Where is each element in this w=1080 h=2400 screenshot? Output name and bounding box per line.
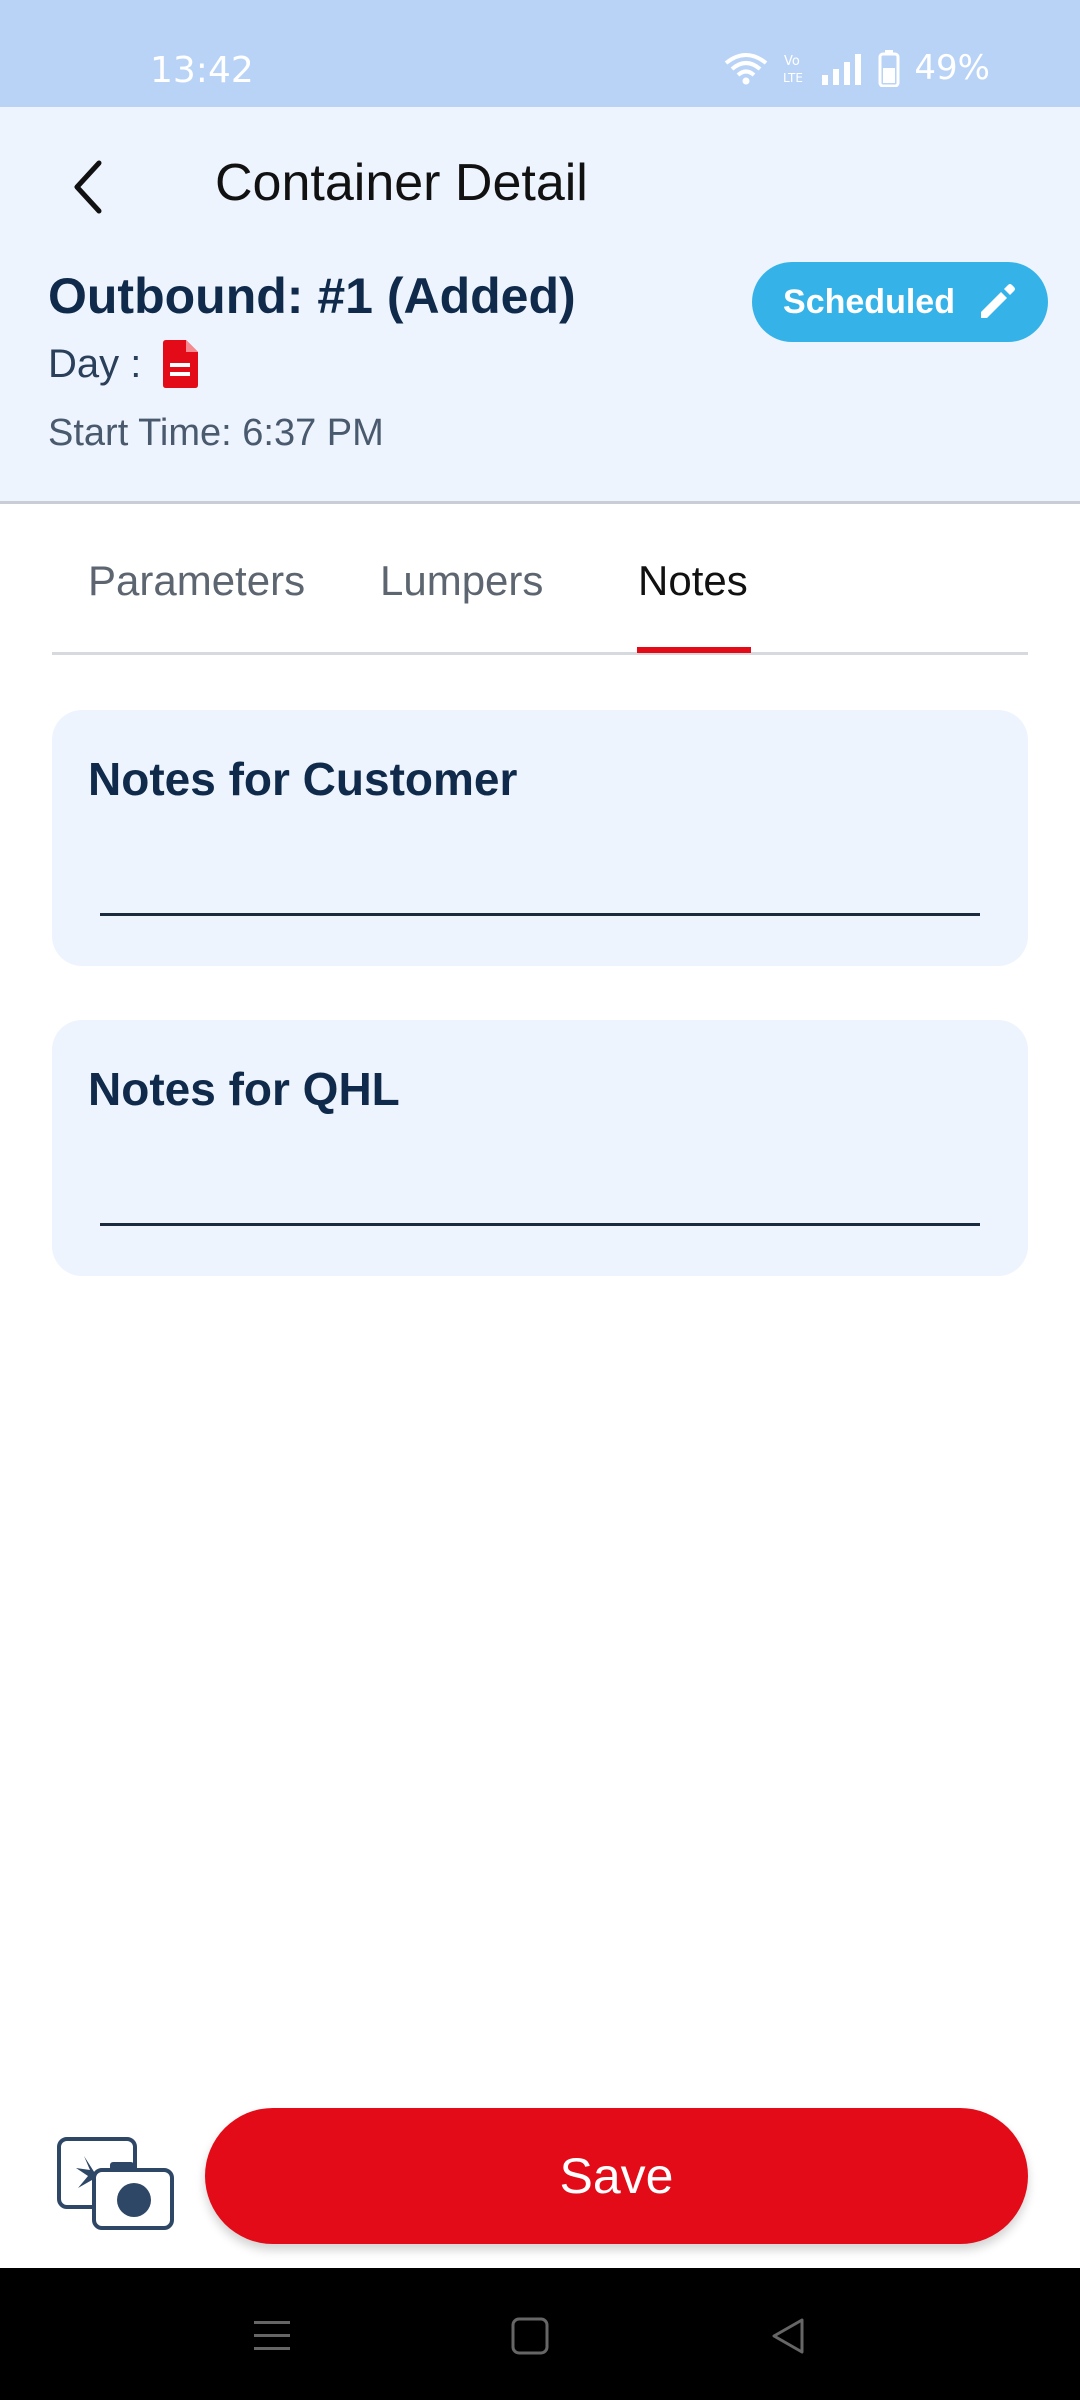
document-icon[interactable] [159,339,201,389]
square-home-icon [511,2317,549,2355]
tab-lumpers[interactable]: Lumpers [380,557,543,605]
svg-text:Vo: Vo [784,54,800,69]
detail-header: Container Detail Outbound: #1 (Added) Da… [0,107,1080,504]
chevron-left-icon [74,160,102,214]
notes-qhl-card: Notes for QHL [52,1020,1028,1276]
edit-pencil-icon [980,284,1015,318]
start-time: Start Time: 6:37 PM [48,412,384,454]
menu-lines-icon [254,2321,290,2350]
photo-camera-icon [57,2137,174,2230]
battery-icon [878,50,900,87]
triangle-back-icon [772,2318,804,2354]
save-label: Save [559,2148,674,2204]
scheduled-label: Scheduled [783,282,955,321]
page-title: Container Detail [215,154,588,212]
recent-apps-button[interactable] [242,2306,302,2366]
notes-customer-input[interactable] [100,860,980,916]
status-time: 13:42 [150,50,254,91]
day-label: Day : [48,341,142,386]
notes-customer-card: Notes for Customer [52,710,1028,966]
home-button[interactable] [500,2306,560,2366]
back-button[interactable] [58,147,118,227]
volte-icon: Vo LTE [783,54,803,85]
scheduled-status-button[interactable]: Scheduled [752,262,1048,342]
notes-qhl-label: Notes for QHL [88,1063,400,1115]
system-back-button[interactable] [758,2306,818,2366]
outbound-title: Outbound: #1 (Added) [48,268,576,324]
status-icons: Vo LTE 49% [724,48,990,88]
signal-icon [822,54,862,85]
wifi-icon [725,53,768,85]
battery-percent: 49% [914,48,990,88]
notes-qhl-input[interactable] [100,1170,980,1226]
day-row: Day : [48,339,201,389]
active-tab-indicator [637,647,751,653]
tab-parameters[interactable]: Parameters [88,557,305,605]
media-upload-button[interactable] [56,2136,176,2232]
save-button[interactable]: Save [205,2108,1028,2244]
tab-bar: Parameters Lumpers Notes [52,505,1028,655]
tab-notes[interactable]: Notes [638,557,748,605]
system-nav-bar [0,2268,1080,2400]
svg-text:LTE: LTE [783,71,803,85]
status-bar: 13:42 Vo LTE 49% [0,0,1080,107]
notes-customer-label: Notes for Customer [88,753,518,805]
